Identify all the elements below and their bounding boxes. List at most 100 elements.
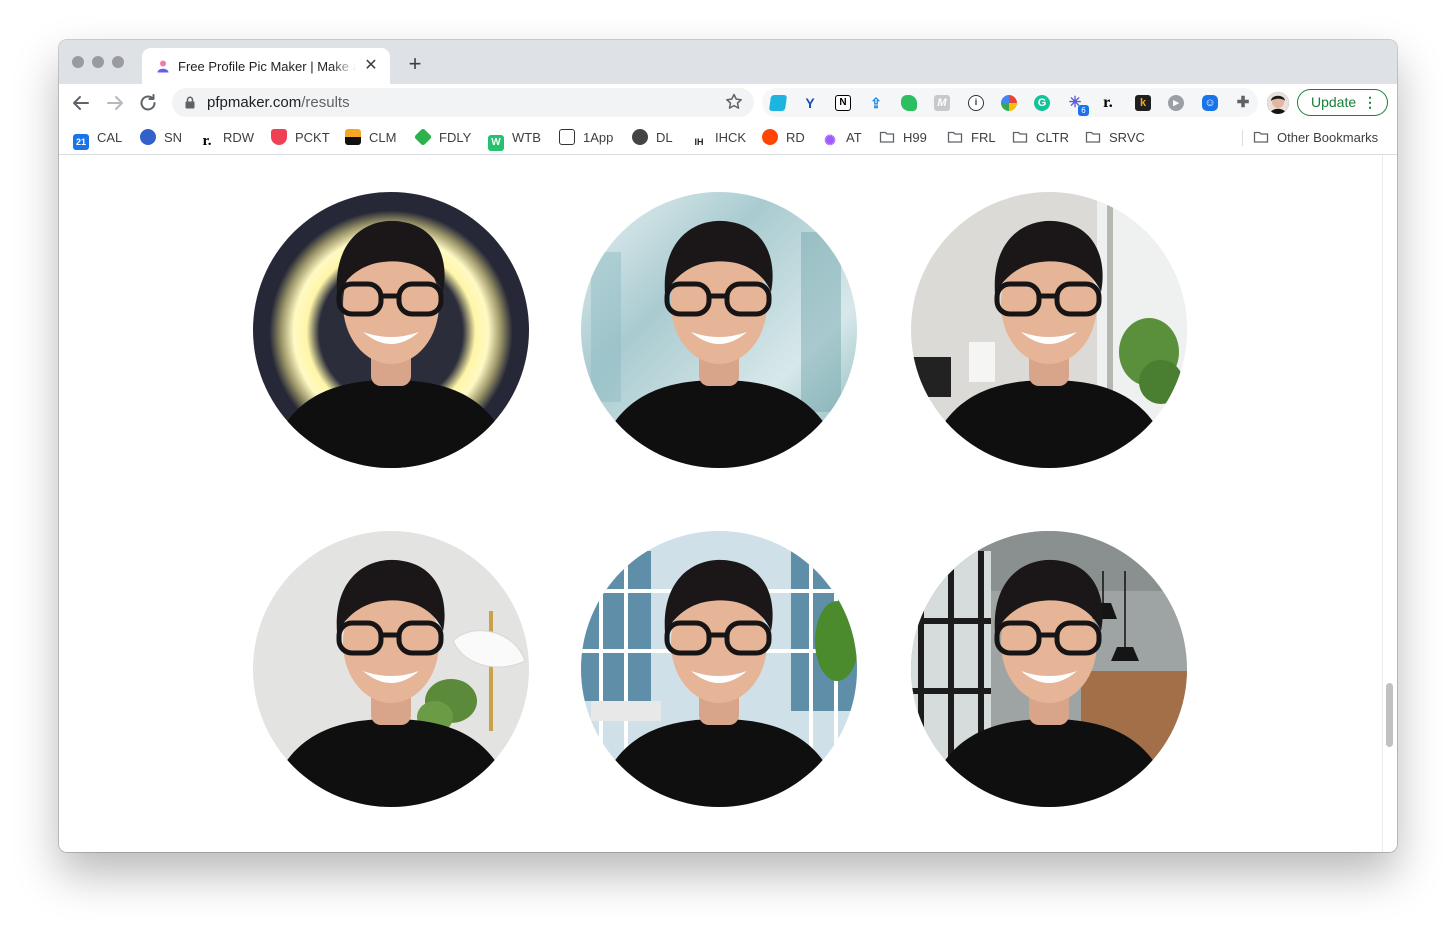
grammarly-icon[interactable]: G	[1034, 95, 1050, 111]
address-bar[interactable]: pfpmaker.com/results	[172, 88, 754, 117]
onepassword-icon[interactable]: i	[968, 95, 984, 111]
minimize-window-button[interactable]	[92, 56, 104, 68]
extensions-area: Y N ⇪ M i G ✳ 6 r. k ▸ ☺ ✚	[762, 88, 1258, 117]
other-bookmarks-label: Other Bookmarks	[1277, 130, 1379, 145]
notion-icon[interactable]: N	[835, 95, 851, 111]
folder-icon	[879, 131, 895, 143]
bookmark-label: CAL	[97, 130, 123, 145]
folder-icon	[1012, 131, 1028, 143]
vertical-dots-icon[interactable]: ⋮	[1363, 90, 1377, 115]
bookmark-label: AT	[846, 130, 862, 145]
pfp-result-glow-ring[interactable]	[253, 192, 529, 468]
url-text: pfpmaker.com/results	[207, 94, 350, 111]
readwise-ext-icon[interactable]: r.	[1100, 95, 1116, 111]
active-tab[interactable]: Free Profile Pic Maker | Make a ✕	[142, 48, 390, 84]
readwise-icon: r.	[202, 133, 212, 149]
reload-icon[interactable]	[136, 91, 160, 115]
reddit-icon	[762, 129, 778, 145]
forward-arrow-icon[interactable]	[103, 91, 127, 115]
avatar-image	[1267, 92, 1289, 114]
pfp-result-glass-office[interactable]	[581, 531, 857, 807]
close-icon[interactable]: ✕	[362, 57, 380, 75]
new-tab-button[interactable]: +	[403, 52, 427, 76]
discord-icon[interactable]: ☺	[1202, 95, 1218, 111]
bookmark-at[interactable]: ✺ AT	[822, 129, 862, 148]
bookmark-h99[interactable]: H99	[879, 129, 927, 147]
bookmark-label: DL	[656, 130, 673, 145]
toolbar: pfpmaker.com/results Y N ⇪ M i G ✳ 6 r. …	[59, 84, 1397, 122]
bookmark-sn[interactable]: SN	[140, 129, 182, 147]
at-icon: ✺	[824, 132, 836, 148]
bookmarks-bar: 21 CAL SN r. RDW PCKT CLM FDLY W WTB 1App D…	[59, 122, 1397, 155]
url-domain: pfpmaker.com	[207, 94, 302, 111]
page-content	[59, 155, 1397, 852]
bookmark-label: RDW	[223, 130, 255, 145]
tab-strip: Free Profile Pic Maker | Make a ✕ +	[59, 40, 1397, 84]
person-favicon-icon	[157, 60, 169, 73]
browser-window: Free Profile Pic Maker | Make a ✕ + pfpm…	[59, 40, 1397, 852]
pfp-result-loft[interactable]	[911, 531, 1187, 807]
zoom-window-button[interactable]	[112, 56, 124, 68]
pfp-result-blurred-office[interactable]	[581, 192, 857, 468]
bookmark-rdw[interactable]: r. RDW	[199, 129, 255, 149]
url-path: /results	[301, 94, 350, 111]
share-icon[interactable]: ⇪	[868, 95, 884, 111]
evernote-icon[interactable]	[901, 95, 917, 111]
folder-icon	[1085, 131, 1101, 143]
bookmark-pckt[interactable]: PCKT	[271, 129, 330, 147]
extension-m-icon[interactable]: M	[934, 95, 950, 111]
portrait-image	[581, 192, 857, 468]
bookmark-cal[interactable]: 21 CAL	[73, 129, 123, 150]
clm-icon	[345, 129, 361, 145]
feedly-icon	[413, 127, 433, 147]
portrait-image	[911, 192, 1187, 468]
bookmark-label: RD	[786, 130, 805, 145]
color-wheel-icon[interactable]	[1001, 95, 1017, 111]
bookmark-wtb[interactable]: W WTB	[488, 129, 541, 151]
wtb-icon: W	[488, 135, 504, 151]
lock-icon	[185, 96, 195, 109]
tab-title: Free Profile Pic Maker | Make a	[178, 59, 356, 74]
folder-icon	[947, 131, 963, 143]
bookmark-label: 1App	[583, 130, 614, 145]
bookmark-ihck[interactable]: IH IHCK	[691, 129, 747, 147]
bookmark-label: H99	[903, 130, 927, 145]
extension-badge: 6	[1078, 105, 1089, 116]
back-arrow-icon[interactable]	[69, 91, 93, 115]
news-icon	[559, 129, 575, 145]
bookmark-label: WTB	[512, 130, 541, 145]
close-window-button[interactable]	[72, 56, 84, 68]
bookmark-1app[interactable]: 1App	[559, 129, 613, 147]
record-icon[interactable]: ▸	[1168, 95, 1184, 111]
bookmark-cltr[interactable]: CLTR	[1012, 129, 1069, 147]
bookmark-fdly[interactable]: FDLY	[413, 127, 472, 147]
puzzle-extensions-icon[interactable]: ✚	[1235, 95, 1251, 111]
bookmark-frl[interactable]: FRL	[947, 129, 996, 147]
portrait-image	[581, 531, 857, 807]
bookmark-srvc[interactable]: SRVC	[1085, 129, 1145, 147]
pfp-result-white-lamp[interactable]	[253, 531, 529, 807]
other-bookmarks[interactable]: Other Bookmarks	[1253, 129, 1378, 147]
update-button[interactable]: Update ⋮	[1297, 89, 1388, 116]
extension-2-icon[interactable]: Y	[802, 95, 818, 111]
bookmark-label: PCKT	[295, 130, 330, 145]
bookmark-label: CLTR	[1036, 130, 1069, 145]
bookmark-label: SN	[164, 130, 183, 145]
bookmark-clm[interactable]: CLM	[345, 129, 396, 147]
vertical-scrollbar[interactable]	[1382, 155, 1397, 852]
ihck-icon: IH	[694, 137, 704, 147]
calendar-icon: 21	[73, 134, 89, 150]
pfp-result-room-window[interactable]	[911, 192, 1187, 468]
extension-1-icon[interactable]	[768, 95, 788, 111]
simplenote-icon	[140, 129, 156, 145]
update-label: Update	[1311, 94, 1357, 110]
bookmark-dl[interactable]: DL	[632, 129, 673, 147]
scrollbar-thumb[interactable]	[1386, 683, 1393, 747]
kindle-icon[interactable]: k	[1135, 95, 1151, 111]
bookmarks-divider	[1242, 130, 1243, 146]
bookmark-rd[interactable]: RD	[762, 129, 805, 147]
portrait-image	[911, 531, 1187, 807]
profile-avatar[interactable]	[1267, 92, 1289, 114]
bookmark-star-icon[interactable]	[724, 92, 744, 112]
bookmark-label: FDLY	[439, 130, 472, 145]
